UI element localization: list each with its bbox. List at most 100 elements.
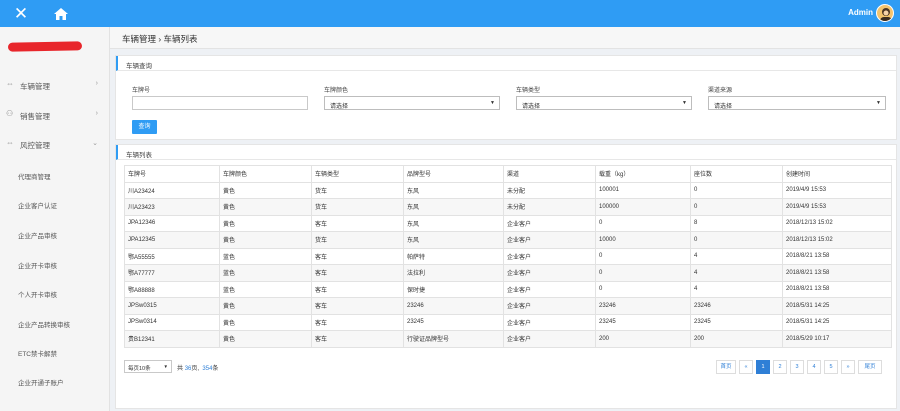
table-cell: 100001	[595, 181, 691, 199]
table-cell: 客车	[311, 280, 404, 298]
table-row[interactable]: JPSw0315 黄色 客车 23246 企业客户 23246 23246 2018/5/31…	[124, 297, 892, 315]
sidebar-item-0[interactable]: ⇔ 车辆管理 ›	[0, 75, 110, 95]
table-row[interactable]: 鄂A77777 蓝色 客车 法拉利 企业客户 0 4 2018/8/21 13:58	[124, 264, 892, 282]
table-cell: 2018/5/31 14:25	[782, 313, 892, 331]
close-icon[interactable]: ✕	[11, 4, 31, 24]
table-row[interactable]: 鄂A88888 蓝色 客车 保时捷 企业客户 0 4 2018/8/21 13:58	[124, 280, 892, 298]
table-cell: 货车	[311, 231, 404, 249]
chevron-down-icon: ▼	[163, 364, 168, 369]
page-button[interactable]: 3	[790, 360, 804, 374]
table-cell: 23246	[595, 297, 691, 315]
column-header[interactable]: 车辆类型	[311, 165, 404, 183]
table-cell: JPSw0314	[124, 313, 220, 331]
page-button[interactable]: »	[841, 360, 855, 374]
table-cell: 企业客户	[503, 330, 596, 348]
page-size-select[interactable]: 每页10条 ▼	[124, 360, 172, 373]
query-button[interactable]: 查询	[132, 120, 157, 134]
page-button[interactable]: 5	[824, 360, 838, 374]
table-cell: 黄色	[219, 330, 312, 348]
table-row[interactable]: 川A23423 黄色 货车 东风 未分配 100000 0 2019/4/9 15:53	[124, 198, 892, 216]
table-row[interactable]: 贵B12341 黄色 客车 行驶证品牌型号 企业客户 200 200 2018/5/29 10…	[124, 330, 892, 348]
table-cell: 东风	[403, 231, 504, 249]
logo	[7, 41, 83, 52]
table-cell: 货车	[311, 198, 404, 216]
list-panel: 车辆列表 车牌号 车牌颜色 车辆类型 品牌型号 渠道 载重（kg） 座位数 创建时间 川A23…	[115, 144, 897, 409]
table-cell: 0	[690, 198, 783, 216]
column-header[interactable]: 车牌号	[124, 165, 220, 183]
table-cell: 0	[595, 264, 691, 282]
sidebar-subitem[interactable]: 企业开通子账户	[18, 377, 64, 387]
table-cell: 黄色	[219, 198, 312, 216]
table-cell: 23246	[690, 297, 783, 315]
table-cell: 鄂A88888	[124, 280, 220, 298]
chevron-down-icon: ▼	[682, 100, 687, 106]
table-cell: 2019/4/9 15:53	[782, 198, 892, 216]
table-row[interactable]: JPA12346 黄色 客车 东风 企业客户 0 8 2018/12/13 15:02	[124, 214, 892, 232]
page-button[interactable]: «	[739, 360, 753, 374]
plate-color-value: 请选择	[330, 103, 349, 110]
table-cell: 黄色	[219, 214, 312, 232]
sidebar-subitem[interactable]: 代理商管理	[18, 171, 51, 181]
page-button[interactable]: 1	[756, 360, 770, 374]
sidebar-subitem[interactable]: 企业产品转换审核	[18, 319, 70, 329]
sidebar-subitem[interactable]: 个人开卡审核	[18, 289, 57, 299]
table-cell: 企业客户	[503, 264, 596, 282]
table-cell: 4	[690, 280, 783, 298]
table-cell: 2018/8/21 13:58	[782, 247, 892, 265]
column-header[interactable]: 创建时间	[782, 165, 892, 183]
table-cell: 帕萨特	[403, 247, 504, 265]
table-row[interactable]: 鄂A55555 蓝色 客车 帕萨特 企业客户 0 4 2018/8/21 13:58	[124, 247, 892, 265]
table-cell: 鄂A77777	[124, 264, 220, 282]
pages-suffix: 页,	[191, 366, 200, 372]
column-header[interactable]: 载重（kg）	[595, 165, 691, 183]
chevron-icon: ⌄	[92, 140, 98, 147]
list-panel-title: 车辆列表	[126, 152, 152, 159]
page-size-value: 每页10条	[128, 366, 151, 372]
sidebar-subitem[interactable]: 企业产品审核	[18, 230, 57, 240]
table-cell: 客车	[311, 247, 404, 265]
table-cell: 企业客户	[503, 313, 596, 331]
sidebar-item-1[interactable]: ⚇ 销售管理 ›	[0, 105, 110, 125]
vehicle-type-value: 请选择	[522, 103, 541, 110]
table-row[interactable]: JPSw0314 黄色 客车 23245 企业客户 23245 23245 2018/5/31…	[124, 313, 892, 331]
breadcrumb-bar: 车辆管理 › 车辆列表	[110, 27, 900, 49]
table-row[interactable]: JPA12345 黄色 货车 东风 企业客户 10000 0 2018/12/13 15:02	[124, 231, 892, 249]
sidebar-subitem[interactable]: ETC禁卡解禁	[18, 348, 57, 358]
channel-source-label: 渠道来源	[708, 88, 733, 94]
page-button[interactable]: 2	[773, 360, 787, 374]
column-header[interactable]: 品牌型号	[403, 165, 504, 183]
column-header[interactable]: 渠道	[503, 165, 596, 183]
table-cell: 2018/8/21 13:58	[782, 280, 892, 298]
table-row[interactable]: 川A23424 黄色 货车 东风 未分配 100001 0 2019/4/9 15:53	[124, 181, 892, 199]
page-button[interactable]: 尾页	[858, 360, 882, 374]
user-name[interactable]: Admin	[848, 8, 873, 17]
table-cell: 企业客户	[503, 247, 596, 265]
column-header[interactable]: 座位数	[690, 165, 783, 183]
home-icon[interactable]	[52, 5, 70, 23]
page-button[interactable]: 首页	[716, 360, 736, 374]
table-cell: JPSw0315	[124, 297, 220, 315]
page-button[interactable]: 4	[807, 360, 821, 374]
column-header[interactable]: 车牌颜色	[219, 165, 312, 183]
table-cell: 行驶证品牌型号	[403, 330, 504, 348]
sidebar-subitem[interactable]: 企业开卡审核	[18, 260, 57, 270]
table-cell: 法拉利	[403, 264, 504, 282]
plate-color-select[interactable]: 请选择 ▼	[324, 96, 500, 110]
avatar[interactable]	[876, 4, 894, 22]
table-cell: 0	[595, 280, 691, 298]
table-cell: 鄂A55555	[124, 247, 220, 265]
table-cell: 黄色	[219, 297, 312, 315]
table-cell: 23245	[595, 313, 691, 331]
channel-source-select[interactable]: 请选择 ▼	[708, 96, 886, 110]
sidebar-item-label: 车辆管理	[20, 82, 50, 91]
sidebar-item-2[interactable]: ⇔ 风控管理 ⌄	[0, 134, 110, 154]
shield-icon: ⇔	[6, 138, 14, 147]
vehicle-type-select[interactable]: 请选择 ▼	[516, 96, 692, 110]
table-cell: 川A23423	[124, 198, 220, 216]
total-records: 354	[202, 366, 213, 372]
sidebar-subitem[interactable]: 企业客户认证	[18, 200, 57, 210]
plate-number-input[interactable]	[132, 96, 308, 110]
table-cell: 10000	[595, 231, 691, 249]
table-cell: 2019/4/9 15:53	[782, 181, 892, 199]
sidebar-item-label: 风控管理	[20, 141, 50, 150]
